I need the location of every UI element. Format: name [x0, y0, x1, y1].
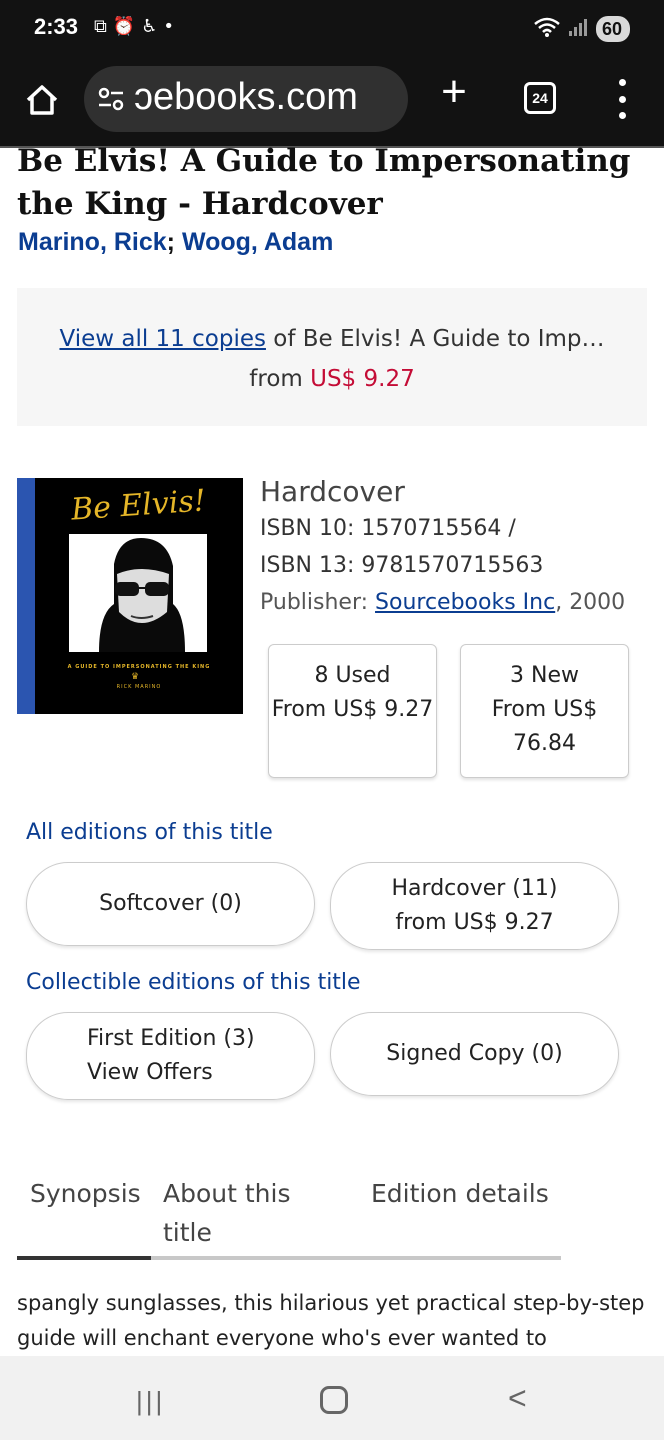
screenshot-icon: ⧉	[94, 16, 113, 37]
softcover-label: Softcover (0)	[99, 891, 242, 916]
book-title: Be Elvis! A Guide to Impersonating the K…	[17, 143, 631, 222]
tab-switcher-button[interactable]: 24	[524, 82, 556, 114]
alarm-icon: ⏰	[112, 16, 142, 37]
tab-about-line2: title	[163, 1218, 212, 1247]
battery-indicator: 60	[595, 16, 630, 42]
collectible-editions-heading: Collectible editions of this title	[26, 970, 361, 995]
new-tab-button[interactable]: +	[434, 70, 474, 114]
new-price: 76.84	[513, 731, 576, 756]
publish-year: , 2000	[555, 590, 626, 615]
signed-copy-label: Signed Copy (0)	[386, 1041, 563, 1066]
tab-count: 24	[532, 90, 548, 106]
browser-toolbar: ɔebooks.com + 24	[0, 60, 664, 148]
signed-copy-button[interactable]: Signed Copy (0)	[330, 1012, 619, 1096]
notification-icons: ⧉⏰♿•	[94, 16, 180, 37]
publisher-link[interactable]: Sourcebooks Inc	[375, 590, 555, 615]
new-count: 3 New	[510, 663, 579, 688]
book-cover-image[interactable]: Be Elvis! A GUIDE TO IMPERSONATING THE K…	[17, 478, 243, 714]
site-settings-icon[interactable]	[98, 86, 124, 112]
isbn13: ISBN 13: 9781570715563	[260, 553, 544, 578]
browser-menu-button[interactable]	[610, 76, 634, 122]
publisher-label: Publisher:	[260, 590, 376, 615]
publisher-line: Publisher: Sourcebooks Inc, 2000	[260, 584, 625, 621]
recent-apps-button[interactable]: |||	[136, 1386, 165, 1417]
system-navigation-bar: ||| <	[0, 1356, 664, 1440]
new-price-label: From US$	[491, 697, 598, 722]
isbn10: ISBN 10: 1570715564 /	[260, 516, 516, 541]
tab-about-line1: About this	[163, 1179, 291, 1208]
copies-title-text: of Be Elvis! A Guide to Imp…	[265, 326, 605, 352]
book-details: Hardcover ISBN 10: 1570715564 / ISBN 13:…	[260, 474, 625, 621]
dot-icon: •	[163, 16, 181, 37]
author-separator: ;	[166, 228, 175, 256]
author-link-marino[interactable]: Marino, Rick	[18, 228, 167, 256]
detail-tabs: Synopsis About this title Edition detail…	[17, 1172, 561, 1260]
hardcover-label: Hardcover (11)	[391, 876, 558, 901]
system-home-button[interactable]	[320, 1386, 348, 1414]
first-edition-button[interactable]: First Edition (3) View Offers	[26, 1012, 315, 1100]
synopsis-text: spangly sunglasses, this hilarious yet p…	[17, 1291, 645, 1350]
active-tab-indicator	[17, 1256, 151, 1260]
url-text: ɔebooks.com	[134, 76, 358, 118]
used-offers-button[interactable]: 8 Used From US$ 9.27	[268, 644, 437, 778]
new-offers-button[interactable]: 3 New From US$ 76.84	[460, 644, 629, 778]
address-bar[interactable]: ɔebooks.com	[84, 66, 408, 132]
home-button[interactable]	[22, 80, 62, 120]
used-price: From US$ 9.27	[271, 697, 434, 722]
cover-photo	[69, 534, 207, 652]
wifi-icon	[534, 17, 560, 41]
clock: 2:33	[34, 14, 79, 39]
all-editions-heading: All editions of this title	[26, 820, 273, 845]
hardcover-edition-button[interactable]: Hardcover (11) from US$ 9.27	[330, 862, 619, 950]
authors: Marino, Rick; Woog, Adam	[18, 228, 333, 257]
lowest-price: US$ 9.27	[310, 366, 415, 392]
tab-edition-details[interactable]: Edition details	[371, 1174, 549, 1213]
signal-icon	[568, 17, 588, 41]
back-button[interactable]: <	[508, 1380, 527, 1417]
home-icon	[26, 85, 58, 115]
format-label: Hardcover	[260, 475, 405, 508]
tab-synopsis[interactable]: Synopsis	[30, 1174, 141, 1213]
cover-author: RICK MARINO	[116, 684, 162, 690]
used-count: 8 Used	[314, 663, 391, 688]
cover-subtitle: A GUIDE TO IMPERSONATING THE KING	[67, 664, 211, 670]
status-bar: 2:33 ⧉⏰♿• 60	[0, 0, 664, 60]
author-link-woog[interactable]: Woog, Adam	[182, 228, 333, 256]
hardcover-price: from US$ 9.27	[395, 910, 554, 935]
first-edition-offers: View Offers	[87, 1060, 213, 1085]
view-all-copies-link[interactable]: View all 11 copies	[59, 326, 266, 352]
softcover-edition-button[interactable]: Softcover (0)	[26, 862, 315, 946]
crown-icon: ♛	[131, 672, 140, 682]
from-text: from	[249, 366, 311, 392]
tab-about-this-title[interactable]: About this title	[163, 1174, 290, 1252]
battery-level: 60	[601, 19, 622, 39]
accessibility-icon: ♿	[141, 16, 164, 37]
copies-banner: View all 11 copies of Be Elvis! A Guide …	[17, 288, 647, 426]
first-edition-label: First Edition (3)	[87, 1026, 255, 1051]
cover-title: Be Elvis!	[69, 483, 207, 528]
